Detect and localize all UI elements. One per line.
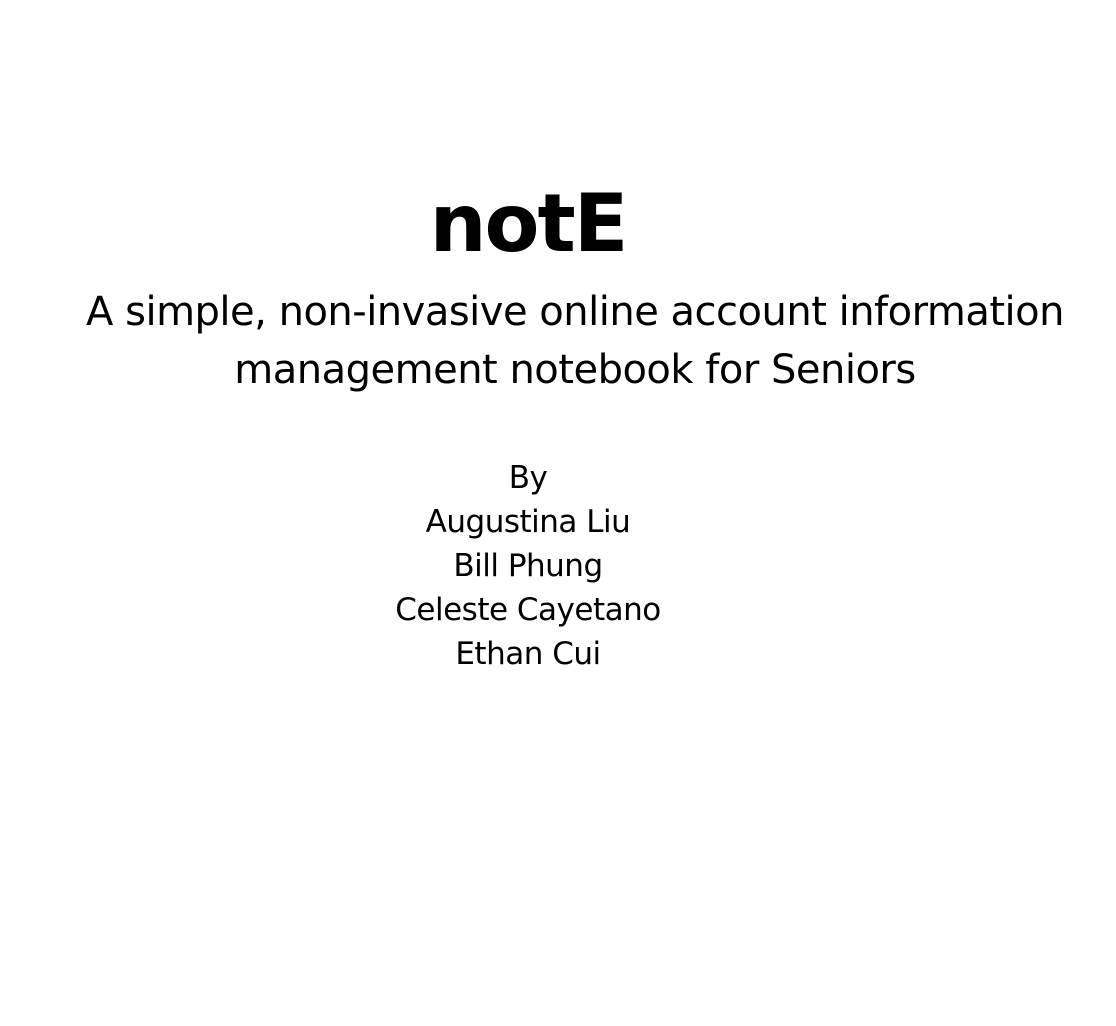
subtitle-line-1: A simple, non-invasive online account in… xyxy=(86,289,1064,335)
author-name: Ethan Cui xyxy=(455,636,601,672)
author-name: Bill Phung xyxy=(453,548,603,584)
author-name: Augustina Liu xyxy=(425,504,631,540)
author-name: Celeste Cayetano xyxy=(395,592,661,628)
author-list: By Augustina Liu Bill Phung Celeste Caye… xyxy=(328,456,728,676)
page-title: notE xyxy=(429,177,629,270)
subtitle-line-2: management notebook for Seniors xyxy=(234,347,916,393)
subtitle: A simple, non-invasive online account in… xyxy=(40,283,1110,399)
by-label: By xyxy=(508,460,548,496)
title-slide: notE A simple, non-invasive online accou… xyxy=(0,0,1116,1026)
